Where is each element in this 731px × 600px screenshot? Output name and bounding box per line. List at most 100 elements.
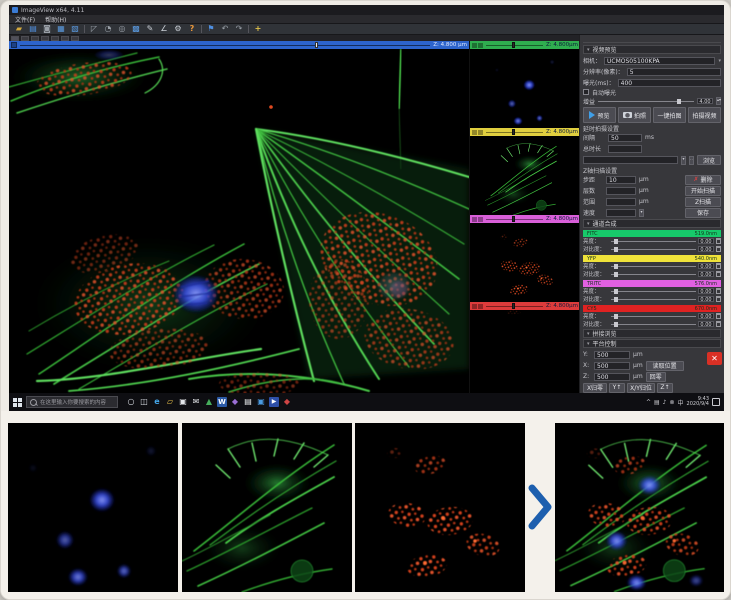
speed-field[interactable]: [606, 209, 636, 217]
document-tab[interactable]: [41, 36, 49, 41]
cortana-icon[interactable]: ○: [126, 397, 136, 407]
gain-slider[interactable]: [598, 101, 694, 102]
preview-button[interactable]: 预览: [583, 107, 616, 123]
speed-dropdown-button[interactable]: ▾: [639, 209, 644, 217]
z-home-button[interactable]: 回零: [646, 372, 666, 382]
save-button[interactable]: 保存: [685, 208, 721, 218]
channel-color-bar-fitc[interactable]: FITC 519.0nm: [583, 230, 721, 237]
slider-handle[interactable]: [512, 42, 515, 48]
brightness-slider[interactable]: [611, 316, 696, 317]
slider-right-button[interactable]: [478, 130, 483, 135]
vscode-icon[interactable]: ◆: [230, 397, 240, 407]
slider-handle[interactable]: [614, 272, 618, 277]
trash-icon[interactable]: [716, 321, 721, 327]
slider-handle[interactable]: [614, 297, 618, 302]
slider-track[interactable]: [486, 45, 543, 46]
file-explorer-icon[interactable]: ▱: [165, 397, 175, 407]
volume-icon[interactable]: ♪: [663, 399, 667, 406]
camera-icon[interactable]: ◙: [42, 24, 52, 34]
zscan-button[interactable]: Z扫描: [685, 197, 721, 207]
camera-select[interactable]: UCMOS05100KPA: [604, 57, 715, 65]
main-z-slider[interactable]: Z: 4.800 μm: [9, 41, 469, 49]
slider-left-button[interactable]: [472, 217, 477, 222]
slider-left-button[interactable]: [472, 130, 477, 135]
channel-z-slider[interactable]: Z: 4.800μm: [470, 302, 580, 310]
read-position-button[interactable]: 读取位置: [646, 361, 684, 371]
auto-exposure-checkbox[interactable]: [583, 89, 589, 95]
slider-left-button[interactable]: [472, 43, 477, 48]
slider-handle[interactable]: [614, 289, 618, 294]
drive-icon[interactable]: ▲: [204, 397, 214, 407]
slider-handle[interactable]: [614, 264, 618, 269]
brightness-value[interactable]: 0.00: [698, 238, 714, 244]
brightness-value[interactable]: 0.00: [698, 263, 714, 269]
annotate-icon[interactable]: ✎: [145, 24, 155, 34]
settings-gear-icon[interactable]: ⚙: [173, 24, 183, 34]
document-tab[interactable]: [21, 36, 29, 41]
trash-icon[interactable]: [716, 313, 721, 319]
word-icon[interactable]: W: [217, 397, 227, 407]
y-up-button[interactable]: Y↑: [609, 383, 625, 393]
save-path-field[interactable]: [583, 156, 678, 164]
grid-icon[interactable]: ▩: [131, 24, 141, 34]
zoom-icon[interactable]: ◎: [117, 24, 127, 34]
x-position-field[interactable]: 500: [594, 362, 630, 370]
trash-icon[interactable]: [716, 296, 721, 302]
stocks-app-icon[interactable]: ◆: [282, 397, 292, 407]
stage-header[interactable]: ▾ 平台控制: [583, 339, 721, 348]
fitc-thumbnail[interactable]: [470, 136, 580, 215]
save-icon[interactable]: ▤: [28, 24, 38, 34]
slider-right-button[interactable]: [478, 217, 483, 222]
slider-track[interactable]: [486, 132, 543, 133]
trash-icon[interactable]: [716, 238, 721, 244]
document-tab[interactable]: [11, 36, 19, 41]
slider-track[interactable]: [486, 306, 543, 307]
video-preview-header[interactable]: ▾ 视频预览: [583, 45, 721, 54]
channel-z-slider[interactable]: Z: 4.800μm: [470, 41, 580, 49]
tray-app-icon[interactable]: ▤: [654, 399, 660, 406]
trash-icon[interactable]: [716, 288, 721, 294]
brightness-value[interactable]: 0.00: [698, 313, 714, 319]
dapi-thumbnail[interactable]: [470, 49, 580, 128]
document-tab[interactable]: [61, 36, 69, 41]
gain-value[interactable]: 4.00: [697, 98, 713, 104]
tritc-thumbnail[interactable]: [470, 223, 580, 302]
browse-button[interactable]: 浏览: [697, 155, 721, 165]
contrast-slider[interactable]: [611, 249, 696, 250]
z-position-field[interactable]: 500: [594, 373, 630, 381]
path-more-button[interactable]: ‥: [689, 156, 694, 165]
slider-track[interactable]: [486, 219, 543, 220]
channel-color-bar-cy5[interactable]: CY5 670.0nm: [583, 305, 721, 312]
resolution-field[interactable]: 5: [627, 68, 721, 76]
document-tab[interactable]: [31, 36, 39, 41]
cy5-thumbnail[interactable]: [470, 310, 580, 389]
slider-right-button[interactable]: [478, 304, 483, 309]
taskview-icon[interactable]: ◫: [139, 397, 149, 407]
slider-handle[interactable]: [614, 247, 618, 252]
brightness-slider[interactable]: [611, 291, 696, 292]
channel-color-bar-yfp[interactable]: YFP 540.0nm: [583, 255, 721, 262]
step-field[interactable]: 10: [606, 176, 636, 184]
delete-button[interactable]: ✗删除: [685, 175, 721, 185]
slider-handle[interactable]: [512, 216, 515, 222]
close-button[interactable]: ✕: [707, 352, 722, 365]
brightness-slider[interactable]: [611, 266, 696, 267]
path-dropdown-button[interactable]: ▾: [681, 156, 686, 165]
hand-icon[interactable]: ◔: [103, 24, 113, 34]
brightness-slider[interactable]: [611, 241, 696, 242]
contrast-value[interactable]: 0.00: [698, 321, 714, 327]
slider-track[interactable]: [20, 45, 430, 46]
x-zero-button[interactable]: X归零: [583, 383, 607, 393]
measure-icon[interactable]: ∠: [159, 24, 169, 34]
contrast-value[interactable]: 0.00: [698, 246, 714, 252]
ime-indicator[interactable]: 中: [678, 398, 684, 407]
network-icon[interactable]: ⊗: [669, 399, 674, 406]
range-field[interactable]: [606, 198, 636, 206]
xy-home-button[interactable]: X/Y归位: [627, 383, 655, 393]
start-scan-button[interactable]: 开始扫描: [685, 186, 721, 196]
brightness-value[interactable]: 0.00: [698, 288, 714, 294]
undo-icon[interactable]: ↶: [220, 24, 230, 34]
photos-icon[interactable]: ▣: [256, 397, 266, 407]
contrast-slider[interactable]: [611, 274, 696, 275]
channel-color-bar-tritc[interactable]: TRITC 576.0nm: [583, 280, 721, 287]
